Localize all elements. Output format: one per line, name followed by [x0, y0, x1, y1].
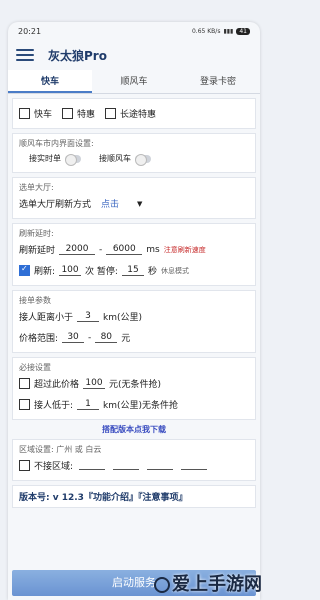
hall-section: 选单大厅: 选单大厅刷新方式 点击 ▼	[12, 177, 256, 219]
refresh-count-input[interactable]: 100	[59, 265, 82, 276]
must-near-input[interactable]: 1	[77, 399, 100, 410]
watermark: 爱上手游网	[154, 570, 262, 596]
area-input-3[interactable]	[147, 462, 174, 470]
download-link[interactable]: 搭配版本点我下载	[8, 424, 260, 435]
hamburger-menu-icon[interactable]	[16, 49, 34, 61]
ride-label: 接顺风车	[99, 154, 131, 163]
tab-bar: 快车 顺风车 登录卡密	[8, 70, 260, 94]
delay-label: 刷新延时	[19, 246, 56, 256]
app-bar: 灰太狼Pro	[8, 40, 260, 70]
phone-screen: 20:21 0.65 KB/s ▮▮▮ 41 灰太狼Pro 快车 顺风车 登录卡…	[8, 22, 260, 600]
realtime-label: 接实时单	[29, 154, 61, 163]
realtime-toggle[interactable]	[65, 153, 81, 166]
sfc-section: 顺风车市内界面设置: 接实时单 接顺风车	[12, 133, 256, 173]
battery-icon: 41	[236, 27, 250, 35]
params-title: 接单参数	[19, 296, 51, 305]
refresh-label: 刷新:	[34, 267, 56, 277]
hall-mode-label: 选单大厅刷新方式	[19, 200, 92, 210]
exclude-area-label: 不接区域:	[34, 462, 74, 472]
delay-unit: ms	[146, 244, 160, 255]
hall-title: 选单大厅:	[19, 183, 54, 192]
area-input-1[interactable]	[79, 462, 106, 470]
must-price-label: 超过此价格	[34, 380, 80, 390]
watermark-logo-icon	[154, 577, 170, 593]
delay-note: 注意刷新速度	[163, 245, 206, 254]
status-bar: 20:21 0.65 KB/s ▮▮▮ 41	[8, 22, 260, 40]
long-label: 长途特惠	[120, 110, 157, 120]
area-title: 区域设置: 广州 或 白云	[19, 445, 102, 454]
distance-unit: km(公里)	[103, 313, 143, 323]
fast-label: 快车	[34, 110, 53, 120]
status-time: 20:21	[18, 26, 42, 36]
price-max-input[interactable]: 80	[95, 332, 118, 343]
hall-mode-select[interactable]: 点击	[101, 197, 119, 210]
delay-max-input[interactable]: 6000	[106, 244, 143, 255]
type-section: 快车 特惠 长途特惠	[12, 98, 256, 129]
must-section: 必接设置 超过此价格 100 元(无条件抢) 接人低于: 1 km(公里)无条件…	[12, 357, 256, 420]
tab-ride[interactable]: 顺风车	[92, 70, 176, 93]
area-section: 区域设置: 广州 或 白云 不接区域:	[12, 439, 256, 481]
version-text[interactable]: 版本号: v 12.3『功能介绍』『注意事项』	[19, 493, 187, 503]
refresh-checkbox[interactable]	[19, 264, 30, 276]
distance-label: 接人距离小于	[19, 313, 74, 323]
signal-icon: ▮▮▮	[223, 27, 234, 35]
fast-checkbox[interactable]	[19, 108, 30, 119]
dropdown-caret-icon[interactable]: ▼	[137, 200, 142, 208]
must-near-unit: km(公里)无条件抢	[103, 401, 179, 411]
refresh-pause-input[interactable]: 15	[121, 265, 144, 276]
price-unit: 元	[121, 334, 131, 344]
must-near-label: 接人低于:	[34, 401, 74, 411]
must-near-checkbox[interactable]	[19, 399, 30, 410]
must-price-checkbox[interactable]	[19, 378, 30, 389]
tab-fast[interactable]: 快车	[8, 70, 92, 93]
must-price-input[interactable]: 100	[83, 378, 106, 389]
delay-min-input[interactable]: 2000	[59, 244, 96, 255]
area-input-4[interactable]	[181, 462, 208, 470]
special-label: 特惠	[77, 110, 96, 120]
delay-title: 刷新延时:	[19, 229, 54, 238]
app-title: 灰太狼Pro	[48, 48, 107, 63]
ride-toggle[interactable]	[135, 153, 151, 166]
refresh-count-unit: 次 暂停:	[85, 267, 118, 277]
price-range-label: 价格范围:	[19, 334, 59, 344]
refresh-pause-unit: 秒	[147, 267, 157, 277]
sfc-title: 顺风车市内界面设置:	[19, 139, 94, 148]
long-checkbox[interactable]	[105, 108, 117, 119]
distance-input[interactable]: 3	[77, 311, 100, 322]
area-input-2[interactable]	[113, 462, 140, 470]
version-section: 版本号: v 12.3『功能介绍』『注意事项』	[12, 485, 256, 508]
price-min-input[interactable]: 30	[62, 332, 85, 343]
exclude-area-checkbox[interactable]	[19, 460, 30, 471]
rest-mode: 休息模式	[160, 266, 189, 275]
must-price-unit: 元(无条件抢)	[109, 380, 162, 390]
special-checkbox[interactable]	[62, 108, 74, 119]
must-title: 必接设置	[19, 363, 51, 372]
params-section: 接单参数 接人距离小于 3 km(公里) 价格范围: 30 - 80 元	[12, 290, 256, 353]
delay-section: 刷新延时: 刷新延时 2000 - 6000 ms 注意刷新速度 刷新: 100…	[12, 223, 256, 286]
net-speed: 0.65 KB/s	[191, 27, 221, 35]
tab-login[interactable]: 登录卡密	[176, 70, 260, 93]
